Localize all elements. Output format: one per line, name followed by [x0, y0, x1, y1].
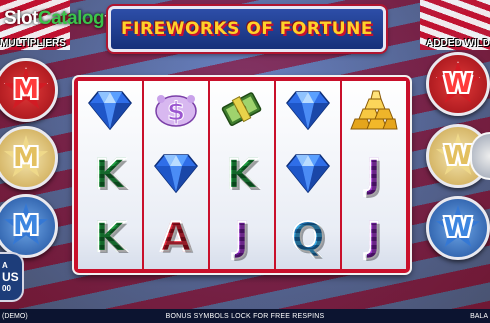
medal-letter: W	[443, 69, 473, 99]
medal-letter: M	[13, 211, 39, 241]
added-wild-label: ADDED WILD	[426, 38, 490, 49]
letter-symbol-j: J	[366, 151, 383, 199]
cash-stack-icon	[219, 89, 265, 135]
letter-symbol-q: Q	[290, 214, 326, 262]
letter-symbol-j: J	[366, 214, 383, 262]
bonus-badge-line1: A	[2, 261, 8, 270]
medal-letter: W	[443, 213, 473, 243]
letter-symbol-j: J	[234, 214, 251, 262]
bottom-info-bar: (DEMO) BONUS SYMBOLS LOCK FOR FREE RESPI…	[0, 309, 490, 323]
reel-4: Q	[276, 81, 340, 269]
reel-symbol	[276, 144, 340, 207]
balance-label: BALA	[470, 312, 488, 320]
reels-frame: K K $ A K J Q J J	[74, 77, 410, 273]
letter-symbol-a: A	[160, 214, 193, 262]
multipliers-label: MULTIPLIERS	[0, 38, 66, 49]
reel-symbol: J	[342, 144, 406, 207]
reel-symbol: J	[210, 206, 274, 269]
reel-1: KK	[78, 81, 142, 269]
bonus-buy-badge[interactable]: A US 00	[0, 252, 24, 302]
bonus-badge-line2: US	[2, 270, 19, 284]
reel-symbol: K	[78, 206, 142, 269]
bonus-badge-line3: 00	[2, 284, 11, 293]
reel-symbol: J	[342, 206, 406, 269]
game-title: FIREWORKS OF FORTUNE	[121, 19, 373, 39]
reel-3: KJ	[210, 81, 274, 269]
watermark-part-slot: Slot	[4, 8, 38, 29]
reel-symbol	[342, 81, 406, 144]
diamond-icon	[286, 90, 330, 134]
reel-symbol	[144, 144, 208, 207]
diamond-icon	[154, 153, 198, 197]
medal-letter: M	[13, 75, 39, 105]
reel-grid: K K $ A K J Q J J	[78, 81, 406, 269]
wild-medal-red: W	[426, 52, 490, 116]
wild-medal-blue: W	[426, 196, 490, 260]
gold-bars-icon	[349, 89, 399, 135]
reel-symbol: K	[78, 144, 142, 207]
dollar-sign-icon: $	[153, 90, 199, 134]
letter-symbol-k: K	[226, 151, 259, 199]
info-message: BONUS SYMBOLS LOCK FOR FREE RESPINS	[165, 312, 325, 320]
game-title-banner: FIREWORKS OF FORTUNE	[108, 6, 386, 52]
letter-symbol-k: K	[94, 214, 127, 262]
slotcatalog-watermark: SlotCatalog.com	[4, 8, 124, 30]
reel-symbol: $	[144, 81, 208, 144]
watermark-part-catalog: Catalog	[37, 8, 105, 29]
reel-symbol: Q	[276, 206, 340, 269]
reel-symbol	[210, 81, 274, 144]
reel-symbol: A	[144, 206, 208, 269]
medal-letter: M	[13, 143, 39, 173]
svg-text:$: $	[167, 97, 185, 127]
medal-letter: W	[443, 141, 473, 171]
reel-symbol	[276, 81, 340, 144]
reel-5: JJ	[342, 81, 406, 269]
reel-symbol	[78, 81, 142, 144]
reel-2: $ A	[144, 81, 208, 269]
letter-symbol-k: K	[94, 151, 127, 199]
diamond-icon	[88, 90, 132, 134]
diamond-icon	[286, 153, 330, 197]
reel-symbol: K	[210, 144, 274, 207]
